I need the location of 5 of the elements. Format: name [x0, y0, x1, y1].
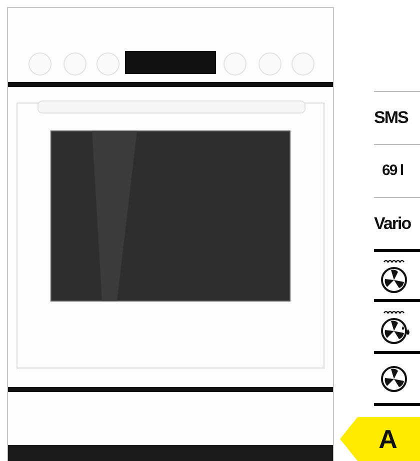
spec-label: Vario: [374, 213, 411, 236]
spec-label: SMS: [374, 107, 408, 130]
energy-class-badge: A: [340, 417, 420, 461]
fan-heater-steam-icon: [378, 308, 412, 344]
spec-label: 69 l: [381, 160, 404, 181]
